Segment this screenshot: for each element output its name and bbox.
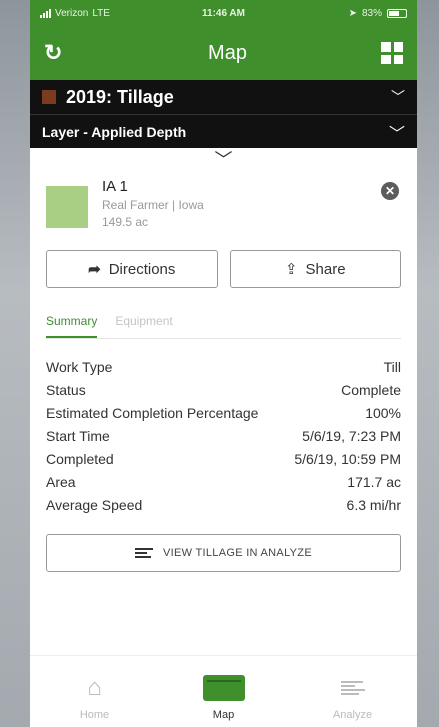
summary-row-work-type: Work Type Till: [46, 355, 401, 378]
summary-value: 6.3 mi/hr: [346, 496, 401, 513]
field-info: IA 1 Real Farmer | Iowa 149.5 ac: [102, 172, 204, 240]
home-icon: ⌂: [87, 674, 102, 701]
network-label: LTE: [92, 7, 110, 19]
share-icon: ⇪: [284, 261, 298, 278]
field-thumbnail: [46, 186, 88, 228]
summary-row-start-time: Start Time 5/6/19, 7:23 PM: [46, 424, 401, 447]
layer-name: Layer - Applied Depth: [42, 123, 187, 140]
analyze-lines-icon: [135, 548, 154, 558]
summary-value: Till: [383, 358, 401, 375]
location-arrow-icon: ➤: [348, 7, 357, 19]
summary-label: Work Type: [46, 358, 113, 375]
status-time: 11:46 AM: [202, 7, 245, 19]
summary-value: 100%: [365, 404, 401, 421]
map-icon: [202, 673, 245, 703]
tab-bar: Summary Equipment: [30, 314, 417, 338]
status-bar: Verizon LTE 11:46 AM ➤ 83%: [30, 0, 417, 26]
status-right: ➤ 83%: [277, 8, 407, 19]
grid-menu-icon[interactable]: [381, 42, 403, 64]
refresh-icon[interactable]: ↻: [44, 40, 74, 66]
battery-percent: 83%: [361, 7, 382, 19]
layer-selector[interactable]: Layer - Applied Depth ﹀: [30, 114, 417, 148]
operation-selector[interactable]: 2019: Tillage ﹀: [30, 80, 417, 114]
battery-icon: [387, 8, 407, 18]
operation-bar: 2019: Tillage ﹀ Layer - Applied Depth ﹀: [30, 80, 417, 148]
phone-screen: Verizon LTE 11:46 AM ➤ 83% ↻ Map 2019: T…: [30, 0, 417, 727]
signal-icon: [40, 8, 51, 18]
share-label: Share: [305, 260, 346, 278]
action-buttons: ➦ Directions ⇪ Share: [30, 250, 417, 288]
summary-row-area: Area 171.7 ac: [46, 470, 401, 493]
summary-value: 171.7 ac: [347, 473, 401, 490]
view-in-analyze-button[interactable]: VIEW TILLAGE IN ANALYZE: [46, 534, 401, 572]
bottom-nav: ⌂ Home Map Analyze: [30, 655, 417, 727]
analyze-icon: [340, 673, 365, 703]
status-left: Verizon LTE: [40, 8, 170, 19]
summary-value: Complete: [341, 381, 401, 398]
summary-row-completion: Estimated Completion Percentage 100%: [46, 401, 401, 424]
summary-row-completed: Completed 5/6/19, 10:59 PM: [46, 447, 401, 470]
operation-name: 2019: Tillage: [66, 86, 174, 107]
field-area: 149.5 ac: [102, 215, 149, 229]
directions-label: Directions: [108, 260, 176, 278]
page-title: Map: [208, 41, 247, 64]
nav-analyze[interactable]: Analyze: [288, 656, 417, 727]
summary-row-average-speed: Average Speed 6.3 mi/hr: [46, 493, 401, 516]
summary-label: Estimated Completion Percentage: [46, 404, 259, 421]
nav-row: ↻ Map: [30, 26, 417, 80]
nav-analyze-label: Analyze: [332, 709, 373, 721]
view-in-analyze-label: VIEW TILLAGE IN ANALYZE: [163, 547, 312, 559]
summary-label: Area: [46, 473, 76, 490]
chevron-down-icon: ﹀: [391, 89, 405, 105]
nav-home[interactable]: ⌂ Home: [30, 656, 159, 727]
directions-button[interactable]: ➦ Directions: [46, 250, 218, 288]
nav-map[interactable]: Map: [159, 656, 288, 727]
background-right: [417, 0, 439, 727]
field-card: IA 1 Real Farmer | Iowa 149.5 ac ✕: [30, 172, 417, 240]
field-owner: Real Farmer | Iowa: [102, 198, 204, 212]
share-button[interactable]: ⇪ Share: [229, 250, 401, 288]
carrier-label: Verizon: [55, 7, 89, 19]
operation-swatch: [42, 90, 56, 104]
summary-label: Status: [46, 381, 86, 398]
tab-summary[interactable]: Summary: [46, 314, 98, 338]
top-bar: Verizon LTE 11:46 AM ➤ 83% ↻ Map: [30, 0, 417, 80]
field-name: IA 1: [102, 178, 128, 195]
chevron-down-icon: ﹀: [388, 125, 405, 143]
summary-label: Completed: [46, 450, 114, 467]
tab-equipment[interactable]: Equipment: [115, 314, 172, 338]
summary-value: 5/6/19, 10:59 PM: [294, 450, 401, 467]
summary-list: Work Type Till Status Complete Estimated…: [30, 339, 417, 516]
close-icon[interactable]: ✕: [381, 182, 399, 200]
pull-handle[interactable]: ﹀: [30, 148, 417, 172]
directions-arrow-icon: ➦: [88, 261, 101, 278]
background-left: [0, 0, 30, 727]
nav-map-label: Map: [212, 709, 235, 721]
summary-label: Average Speed: [46, 496, 143, 513]
summary-value: 5/6/19, 7:23 PM: [302, 427, 401, 444]
summary-label: Start Time: [46, 427, 110, 444]
nav-home-label: Home: [79, 709, 110, 721]
summary-row-status: Status Complete: [46, 378, 401, 401]
